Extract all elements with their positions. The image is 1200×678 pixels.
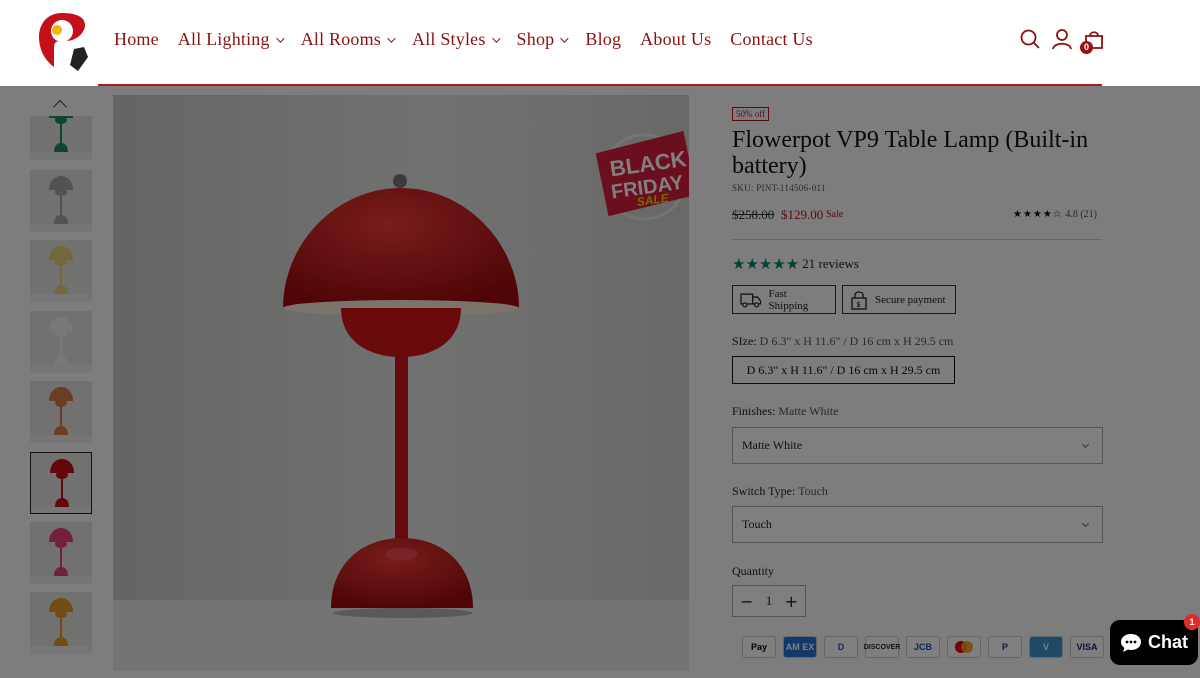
finishes-option-label: Finishes: Matte White: [732, 404, 838, 419]
svg-text:$: $: [857, 302, 861, 309]
chevron-down-icon: [1081, 440, 1090, 449]
amex-icon: AM EX: [783, 636, 817, 658]
thumbnail-1[interactable]: [30, 116, 92, 160]
thumbnail-8[interactable]: [30, 592, 92, 654]
venmo-label: V: [1042, 642, 1049, 652]
switch-type-select[interactable]: Touch: [732, 506, 1103, 543]
reviews-summary[interactable]: ★★★★★ 21 reviews: [732, 255, 859, 273]
account-icon[interactable]: [1051, 28, 1073, 50]
search-icon[interactable]: [1019, 28, 1041, 50]
product-main-image[interactable]: BLACK FRIDAY SALE: [113, 95, 689, 671]
finishes-selected-value: Matte White: [778, 404, 839, 418]
logo-icon[interactable]: [36, 9, 88, 71]
apple-pay-icon: Pay: [742, 636, 776, 658]
chevron-down-icon: [491, 33, 501, 43]
lamp-thumbnail-image: [30, 170, 92, 232]
thumbnail-7[interactable]: [30, 522, 92, 584]
finishes-label: Finishes:: [732, 404, 776, 418]
thumbnail-6[interactable]: [30, 452, 92, 514]
chat-unread-badge: 1: [1184, 614, 1200, 630]
size-selected-value: D 6.3" x H 11.6" / D 16 cm x H 29.5 cm: [759, 334, 954, 348]
secure-payment-badge: $ Secure payment: [842, 285, 956, 314]
diners-label: D: [837, 642, 845, 652]
site-header: Home All Lighting All Rooms All Styles S…: [0, 0, 1200, 85]
venmo-icon: V: [1029, 636, 1063, 658]
diners-icon: D: [824, 636, 858, 658]
product-title: Flowerpot VP9 Table Lamp (Built-in batte…: [732, 127, 1089, 179]
chevron-down-icon: [387, 33, 396, 43]
quantity-increase-button[interactable]: +: [785, 592, 798, 611]
quantity-decrease-button[interactable]: −: [740, 592, 753, 611]
lamp-thumbnail-image: [30, 522, 92, 584]
nav-shop[interactable]: Shop: [517, 29, 570, 50]
jcb-icon: JCB: [906, 636, 940, 658]
product-sku: SKU: PINT-114506-011: [732, 183, 826, 193]
quantity-label: Quantity: [732, 564, 774, 578]
nav-all-rooms[interactable]: All Rooms: [301, 29, 396, 50]
info-divider: [732, 239, 1102, 240]
finishes-select-value: Matte White: [742, 438, 803, 452]
chevron-down-icon: [560, 33, 570, 43]
lamp-thumbnail-image: [30, 592, 92, 654]
lamp-thumbnail-image: [30, 311, 92, 373]
thumbnail-3[interactable]: [30, 240, 92, 302]
switch-type-option-label: Switch Type: Touch: [732, 484, 828, 499]
switch-type-select-value: Touch: [742, 517, 772, 531]
lamp-thumbnail-image: [30, 381, 92, 443]
fast-shipping-label: Fast Shipping: [768, 287, 809, 312]
visa-label: VISA: [1076, 642, 1098, 652]
chat-bubble-icon: [1121, 633, 1141, 652]
discover-label: DISCOVER: [863, 643, 901, 651]
rating-summary[interactable]: ★★★★☆ 4.8 (21): [1013, 209, 1097, 220]
thumbnail-5[interactable]: [30, 381, 92, 443]
thumbnail-4[interactable]: [30, 311, 92, 373]
chevron-down-icon: [275, 33, 285, 43]
mastercard-icon: [947, 636, 981, 658]
review-stars-icon: ★★★★★: [732, 255, 800, 273]
visa-icon: VISA: [1070, 636, 1104, 658]
discount-badge: 50% off: [732, 107, 770, 121]
quantity-stepper: − 1 +: [732, 585, 806, 617]
payment-methods: Pay AM EX D DISCOVER JCB P V VISA: [742, 636, 1104, 658]
paypal-label: P: [1001, 642, 1008, 652]
quantity-input[interactable]: 1: [766, 593, 773, 609]
lock-icon: $: [851, 290, 867, 310]
apple-pay-label: Pay: [750, 642, 767, 652]
nav-blog[interactable]: Blog: [585, 29, 621, 50]
lamp-image: BLACK FRIDAY SALE: [113, 95, 689, 671]
paypal-icon: P: [988, 636, 1022, 658]
chat-label: Chat: [1148, 632, 1188, 652]
reviews-count: 21 reviews: [802, 256, 859, 271]
nav-all-styles[interactable]: All Styles: [412, 29, 501, 50]
amex-label: AM EX: [785, 642, 815, 652]
main-nav: Home All Lighting All Rooms All Styles S…: [114, 29, 832, 50]
nav-home[interactable]: Home: [114, 29, 159, 50]
cart-count-badge: 0: [1080, 41, 1093, 54]
lamp-thumbnail-image: [30, 240, 92, 302]
original-price: $258.00: [732, 207, 775, 222]
rating-stars: ★★★★☆: [1013, 209, 1063, 220]
thumbnail-2[interactable]: [30, 170, 92, 232]
jcb-label: JCB: [913, 642, 932, 652]
sale-price: $129.00: [781, 207, 824, 222]
truck-icon: [740, 292, 762, 307]
chevron-down-icon: [1081, 519, 1090, 528]
rating-text: 4.8 (21): [1065, 209, 1097, 220]
finishes-select[interactable]: Matte White: [732, 427, 1103, 464]
switch-type-label: Switch Type:: [732, 484, 796, 498]
sale-label: Sale: [826, 209, 844, 220]
secure-payment-label: Secure payment: [875, 293, 946, 306]
nav-contact-us[interactable]: Contact Us: [730, 29, 813, 50]
discover-icon: DISCOVER: [863, 636, 901, 658]
nav-all-lighting[interactable]: All Lighting: [178, 29, 285, 50]
fast-shipping-badge: Fast Shipping: [732, 285, 836, 314]
switch-type-selected-value: Touch: [798, 484, 828, 498]
size-label: SIze:: [732, 334, 757, 348]
size-option-label: SIze: D 6.3" x H 11.6" / D 16 cm x H 29.…: [732, 334, 953, 349]
lamp-thumbnail-image: [31, 453, 91, 513]
lamp-thumbnail-image: [30, 116, 92, 160]
nav-about-us[interactable]: About Us: [640, 29, 711, 50]
size-option-button[interactable]: D 6.3" x H 11.6" / D 16 cm x H 29.5 cm: [732, 356, 955, 384]
